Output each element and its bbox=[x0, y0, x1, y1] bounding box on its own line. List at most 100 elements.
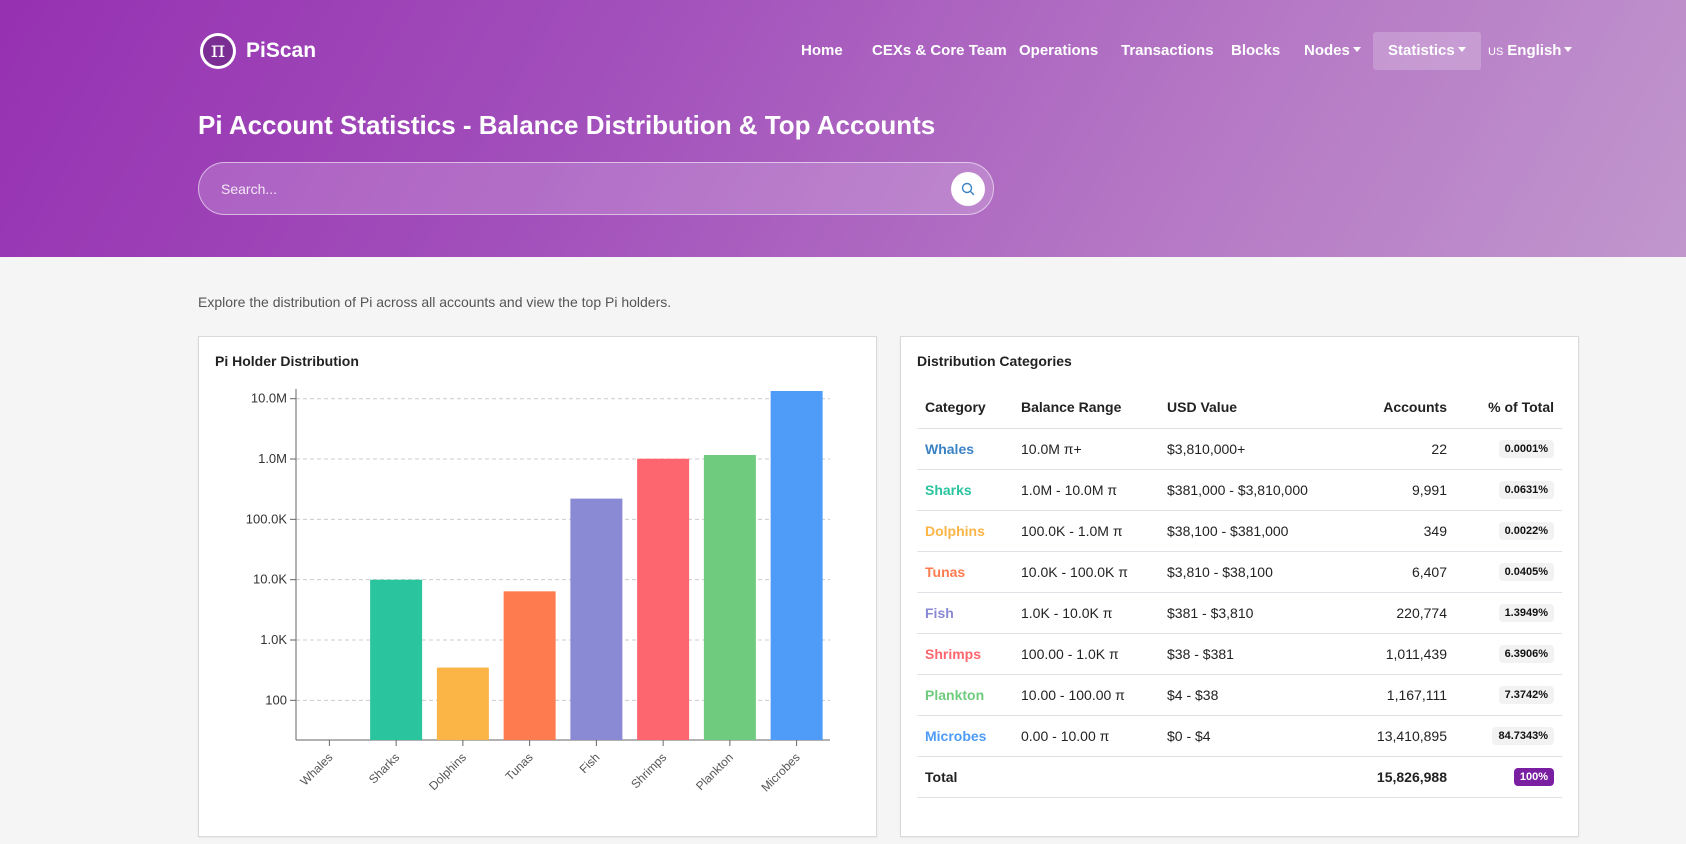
nav-nodes-dropdown[interactable]: Nodes bbox=[1289, 32, 1376, 70]
cell-percent: 7.3742% bbox=[1455, 674, 1562, 716]
x-tick-label: Plankton bbox=[693, 750, 736, 793]
bar-dolphins bbox=[436, 667, 489, 740]
cell-usd: $0 - $4 bbox=[1159, 715, 1349, 757]
chevron-down-icon bbox=[1352, 47, 1361, 52]
search-input[interactable] bbox=[221, 163, 921, 214]
percent-badge: 0.0022% bbox=[1498, 522, 1554, 540]
cell-accounts: 1,167,111 bbox=[1349, 674, 1455, 716]
cell-usd: $4 - $38 bbox=[1159, 674, 1349, 716]
cell-category: Whales bbox=[917, 428, 1013, 470]
cell-category: Microbes bbox=[917, 715, 1013, 757]
table-row: Tunas 10.0K - 100.0K π $3,810 - $38,100 6,4… bbox=[917, 551, 1562, 593]
cell-percent: 0.0631% bbox=[1455, 469, 1562, 511]
bar-tunas bbox=[503, 591, 556, 740]
cell-range: 10.00 - 100.00 π bbox=[1013, 674, 1159, 716]
percent-badge: 1.3949% bbox=[1498, 604, 1554, 622]
table-row: Plankton 10.00 - 100.00 π $4 - $38 1,167,11… bbox=[917, 674, 1562, 716]
language-dropdown[interactable]: US English bbox=[1473, 32, 1587, 71]
cell-usd: $38,100 - $381,000 bbox=[1159, 510, 1349, 552]
nav-cexs-core-team[interactable]: CEXs & Core Team bbox=[857, 32, 1022, 70]
nav-statistics-dropdown[interactable]: Statistics bbox=[1373, 32, 1481, 70]
page-title: Pi Account Statistics - Balance Distribu… bbox=[198, 110, 936, 140]
nav-statistics-label: Statistics bbox=[1388, 42, 1455, 59]
x-tick-label: Fish bbox=[577, 750, 603, 776]
col-usd-value: USD Value bbox=[1159, 387, 1349, 429]
cell-usd: $3,810,000+ bbox=[1159, 428, 1349, 470]
cell-range: 100.00 - 1.0K π bbox=[1013, 633, 1159, 675]
table-row: Shrimps 100.00 - 1.0K π $38 - $381 1,011,43… bbox=[917, 633, 1562, 675]
pi-logo-icon: π bbox=[200, 33, 236, 69]
cell-usd: $3,810 - $38,100 bbox=[1159, 551, 1349, 593]
search-icon bbox=[961, 182, 975, 196]
nav-blocks[interactable]: Blocks bbox=[1216, 32, 1295, 70]
y-tick-label: 100.0K bbox=[246, 511, 288, 526]
cell-accounts: 349 bbox=[1349, 510, 1455, 552]
percent-badge: 7.3742% bbox=[1498, 686, 1554, 704]
percent-badge: 84.7343% bbox=[1492, 727, 1554, 745]
cell-category: Plankton bbox=[917, 674, 1013, 716]
cell-empty bbox=[1013, 756, 1159, 798]
cell-accounts: 220,774 bbox=[1349, 592, 1455, 634]
percent-badge: 0.0405% bbox=[1498, 563, 1554, 581]
cell-range: 100.0K - 1.0M π bbox=[1013, 510, 1159, 552]
search-bar bbox=[198, 162, 994, 215]
percent-badge: 0.0631% bbox=[1498, 481, 1554, 499]
total-label: Total bbox=[917, 756, 1013, 798]
cell-category: Fish bbox=[917, 592, 1013, 634]
x-tick-label: Tunas bbox=[503, 750, 536, 783]
distribution-categories-card: Distribution Categories Category Balance… bbox=[900, 336, 1579, 837]
chevron-down-icon bbox=[1457, 47, 1466, 52]
table-header-row: Category Balance Range USD Value Account… bbox=[917, 387, 1562, 429]
cell-category: Shrimps bbox=[917, 633, 1013, 675]
x-tick-label: Shrimps bbox=[628, 750, 669, 791]
cell-usd: $38 - $381 bbox=[1159, 633, 1349, 675]
table-row: Fish 1.0K - 10.0K π $381 - $3,810 220,774 1.… bbox=[917, 592, 1562, 634]
cell-range: 0.00 - 10.00 π bbox=[1013, 715, 1159, 757]
brand-logo[interactable]: π PiScan bbox=[200, 33, 316, 69]
table-total-row: Total 15,826,988 100% bbox=[917, 756, 1562, 798]
total-percent-badge: 100% bbox=[1513, 768, 1554, 786]
y-tick-label: 1.0M bbox=[258, 451, 287, 466]
x-tick-label: Microbes bbox=[758, 750, 802, 794]
pi-glyph: π bbox=[210, 38, 226, 63]
table-row: Whales 10.0M π+ $3,810,000+ 22 0.0001% bbox=[917, 428, 1562, 470]
cell-accounts: 1,011,439 bbox=[1349, 633, 1455, 675]
total-accounts: 15,826,988 bbox=[1349, 756, 1455, 798]
bar-microbes bbox=[770, 391, 823, 740]
table-card-title: Distribution Categories bbox=[917, 353, 1072, 369]
cell-category: Sharks bbox=[917, 469, 1013, 511]
cell-accounts: 22 bbox=[1349, 428, 1455, 470]
nav-home[interactable]: Home bbox=[786, 32, 858, 70]
cell-usd: $381,000 - $3,810,000 bbox=[1159, 469, 1349, 511]
holder-distribution-card: Pi Holder Distribution 100 1.0K 10.0K 100.0… bbox=[198, 336, 877, 837]
cell-usd: $381 - $3,810 bbox=[1159, 592, 1349, 634]
nav-transactions[interactable]: Transactions bbox=[1106, 32, 1229, 70]
nav-nodes-label: Nodes bbox=[1304, 42, 1350, 59]
nav-operations[interactable]: Operations bbox=[1004, 32, 1113, 70]
brand-name: PiScan bbox=[246, 39, 317, 62]
cell-category: Tunas bbox=[917, 551, 1013, 593]
y-tick-label: 100 bbox=[265, 692, 287, 707]
holder-distribution-chart: 100 1.0K 10.0K 100.0K 1.0M 10.0M Whales Sharks D… bbox=[246, 389, 830, 795]
search-button[interactable] bbox=[951, 172, 985, 206]
language-label: English bbox=[1507, 42, 1562, 59]
percent-badge: 6.3906% bbox=[1498, 645, 1554, 663]
cell-range: 10.0M π+ bbox=[1013, 428, 1159, 470]
col-percent-total: % of Total bbox=[1455, 387, 1562, 429]
cell-percent: 6.3906% bbox=[1455, 633, 1562, 675]
cell-category: Dolphins bbox=[917, 510, 1013, 552]
x-tick-label: Dolphins bbox=[426, 750, 469, 793]
cell-accounts: 9,991 bbox=[1349, 469, 1455, 511]
header-banner: π PiScan Home CEXs & Core Team Operation… bbox=[0, 0, 1686, 257]
x-tick-label: Whales bbox=[297, 750, 335, 788]
table-row: Dolphins 100.0K - 1.0M π $38,100 - $381,00… bbox=[917, 510, 1562, 552]
cell-percent: 0.0022% bbox=[1455, 510, 1562, 552]
chevron-down-icon bbox=[1564, 47, 1573, 52]
bar-sharks bbox=[370, 579, 423, 740]
col-accounts: Accounts bbox=[1349, 387, 1455, 429]
cell-empty bbox=[1159, 756, 1349, 798]
cell-percent: 84.7343% bbox=[1455, 715, 1562, 757]
y-tick-label: 10.0M bbox=[251, 391, 287, 406]
cell-accounts: 6,407 bbox=[1349, 551, 1455, 593]
col-balance-range: Balance Range bbox=[1013, 387, 1159, 429]
